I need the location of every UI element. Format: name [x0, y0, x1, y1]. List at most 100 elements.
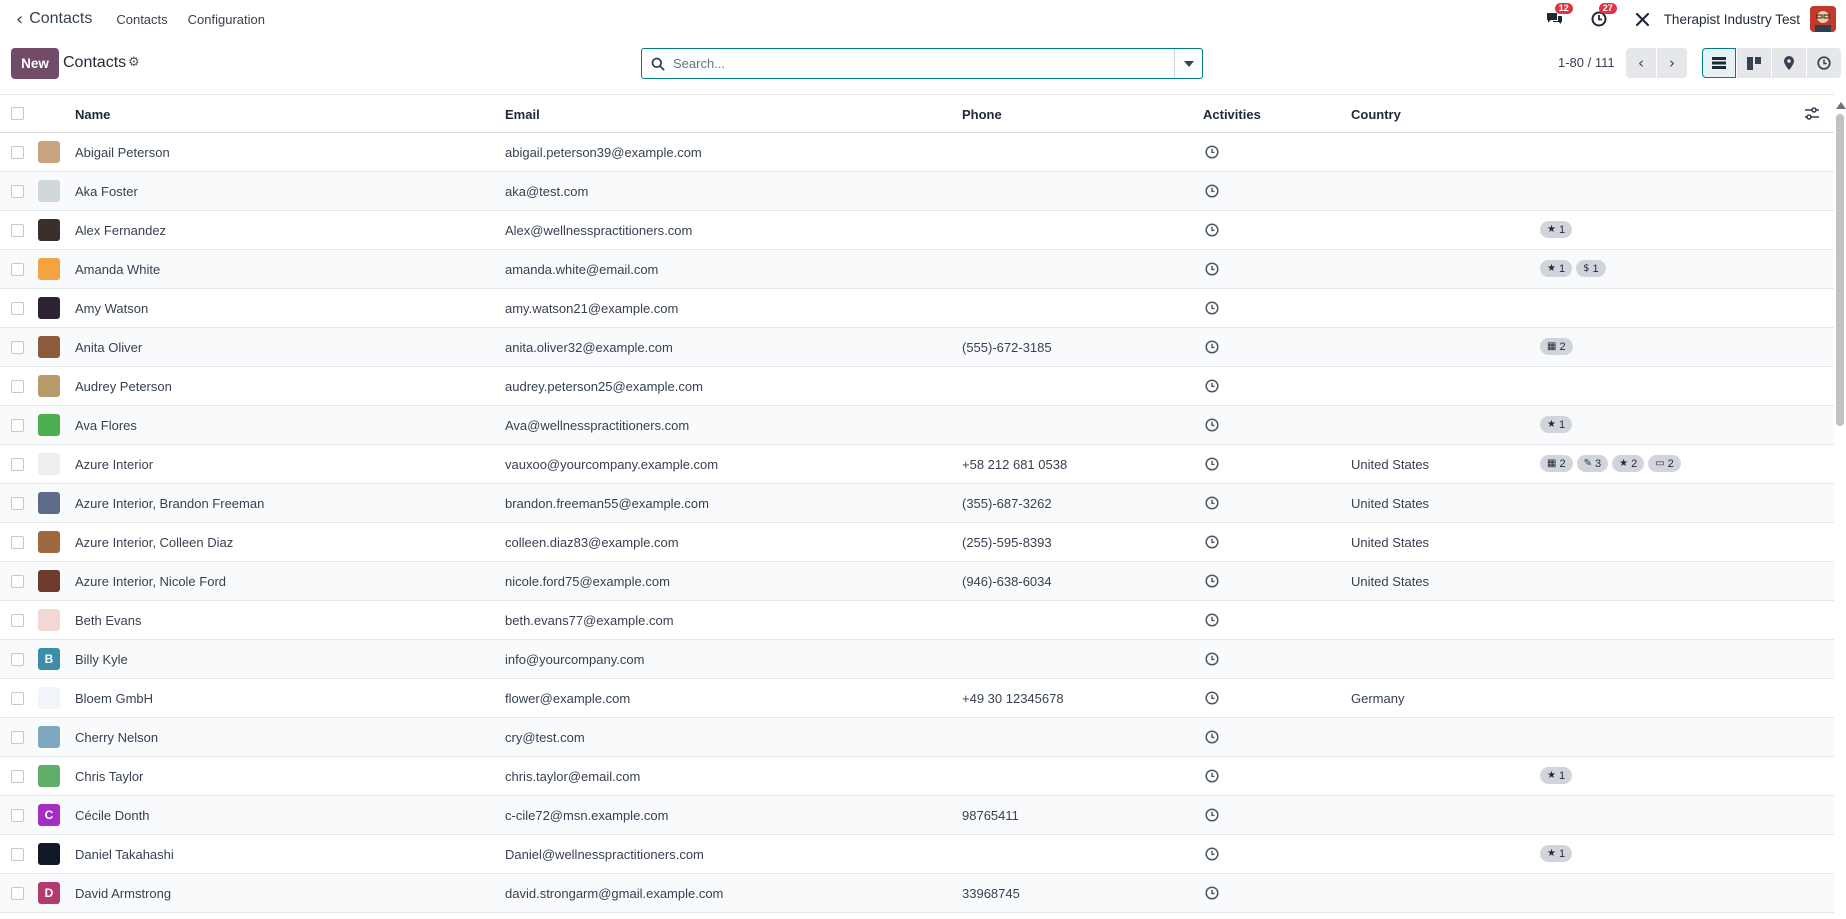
tag-badge[interactable]: ★ 1: [1540, 845, 1573, 862]
row-checkbox[interactable]: [11, 380, 24, 393]
tag-badge[interactable]: ▦ 2: [1540, 338, 1573, 355]
activity-clock-icon[interactable]: [1205, 262, 1219, 276]
row-checkbox[interactable]: [11, 692, 24, 705]
menu-configuration[interactable]: Configuration: [188, 12, 265, 27]
activity-clock-icon[interactable]: [1205, 145, 1219, 159]
activity-clock-icon[interactable]: [1205, 418, 1219, 432]
list-view-button[interactable]: [1702, 48, 1736, 78]
activity-clock-icon[interactable]: [1205, 184, 1219, 198]
column-header-email[interactable]: Email: [505, 107, 540, 122]
activity-clock-icon[interactable]: [1205, 886, 1219, 900]
row-checkbox[interactable]: [11, 809, 24, 822]
activity-clock-icon[interactable]: [1205, 652, 1219, 666]
row-checkbox[interactable]: [11, 341, 24, 354]
tag-badge[interactable]: ★ 1: [1540, 221, 1573, 238]
scroll-up-arrow-icon[interactable]: [1836, 102, 1846, 109]
tag-badge[interactable]: ★ 1: [1540, 416, 1573, 433]
activity-clock-icon[interactable]: [1205, 340, 1219, 354]
table-row[interactable]: Audrey Peterson audrey.peterson25@exampl…: [0, 367, 1834, 406]
activity-clock-icon[interactable]: [1205, 535, 1219, 549]
activity-clock-icon[interactable]: [1205, 730, 1219, 744]
activity-clock-icon[interactable]: [1205, 847, 1219, 861]
tag-badge[interactable]: ★ 1: [1540, 767, 1573, 784]
page-title[interactable]: Contacts: [63, 54, 126, 72]
row-checkbox[interactable]: [11, 848, 24, 861]
optional-columns-toggle-icon[interactable]: [1804, 106, 1820, 122]
tag-badge[interactable]: ▦ 2: [1540, 455, 1573, 472]
table-row[interactable]: Azure Interior, Brandon Freeman brandon.…: [0, 484, 1834, 523]
activity-clock-icon[interactable]: [1205, 223, 1219, 237]
search-input[interactable]: [673, 49, 1174, 78]
activity-clock-icon[interactable]: [1205, 769, 1219, 783]
tag-badge[interactable]: $1: [1576, 260, 1606, 277]
app-home-link[interactable]: ‹ Contacts: [16, 9, 92, 30]
row-checkbox[interactable]: [11, 731, 24, 744]
table-row[interactable]: Amy Watson amy.watson21@example.com: [0, 289, 1834, 328]
tag-badge[interactable]: ▭ 2: [1648, 455, 1681, 472]
scrollbar-thumb[interactable]: [1836, 114, 1844, 426]
row-checkbox[interactable]: [11, 146, 24, 159]
activity-clock-icon[interactable]: [1205, 691, 1219, 705]
table-row[interactable]: Alex Fernandez Alex@wellnesspractitioner…: [0, 211, 1834, 250]
table-row[interactable]: Beth Evans beth.evans77@example.com: [0, 601, 1834, 640]
kanban-view-button[interactable]: [1737, 48, 1771, 78]
row-checkbox[interactable]: [11, 887, 24, 900]
table-row[interactable]: Azure Interior, Colleen Diaz colleen.dia…: [0, 523, 1834, 562]
tag-badge[interactable]: ★ 1: [1540, 260, 1573, 277]
table-row[interactable]: Chris Taylor chris.taylor@email.com ★ 1: [0, 757, 1834, 796]
table-row[interactable]: Daniel Takahashi Daniel@wellnesspractiti…: [0, 835, 1834, 874]
table-row[interactable]: Bloem GmbH flower@example.com +49 30 123…: [0, 679, 1834, 718]
activity-clock-icon[interactable]: [1205, 379, 1219, 393]
table-row[interactable]: Ava Flores Ava@wellnesspractitioners.com…: [0, 406, 1834, 445]
tag-badge[interactable]: ✎ 3: [1576, 455, 1609, 472]
column-header-name[interactable]: Name: [75, 107, 110, 122]
row-checkbox[interactable]: [11, 575, 24, 588]
column-header-activities[interactable]: Activities: [1203, 107, 1261, 122]
user-avatar[interactable]: [1810, 6, 1836, 32]
row-checkbox[interactable]: [11, 419, 24, 432]
row-checkbox[interactable]: [11, 536, 24, 549]
table-row[interactable]: Anita Oliver anita.oliver32@example.com …: [0, 328, 1834, 367]
row-checkbox[interactable]: [11, 458, 24, 471]
activity-clock-icon[interactable]: [1205, 457, 1219, 471]
table-row[interactable]: Amanda White amanda.white@email.com ★ 1 $1: [0, 250, 1834, 289]
row-checkbox[interactable]: [11, 224, 24, 237]
row-checkbox[interactable]: [11, 302, 24, 315]
table-row[interactable]: B Billy Kyle info@yourcompany.com: [0, 640, 1834, 679]
table-row[interactable]: C Cécile Donth c-cile72@msn.example.com …: [0, 796, 1834, 835]
table-row[interactable]: Aka Foster aka@test.com: [0, 172, 1834, 211]
vertical-scrollbar[interactable]: [1834, 100, 1846, 919]
debug-tools-menu[interactable]: [1632, 8, 1654, 30]
map-view-button[interactable]: [1772, 48, 1806, 78]
messaging-menu[interactable]: 12: [1544, 3, 1573, 30]
row-checkbox[interactable]: [11, 653, 24, 666]
table-row[interactable]: D David Armstrong david.strongarm@gmail.…: [0, 874, 1834, 913]
select-all-checkbox[interactable]: [11, 107, 24, 120]
activity-clock-icon[interactable]: [1205, 496, 1219, 510]
activity-clock-icon[interactable]: [1205, 301, 1219, 315]
new-button[interactable]: New: [11, 48, 59, 79]
row-checkbox[interactable]: [11, 614, 24, 627]
menu-contacts[interactable]: Contacts: [116, 12, 167, 27]
gear-icon[interactable]: ⚙: [128, 55, 140, 70]
pager-previous-button[interactable]: ‹: [1626, 48, 1656, 78]
pager-value[interactable]: 1-80 / 111: [1558, 55, 1615, 70]
activity-view-button[interactable]: [1807, 48, 1841, 78]
column-header-country[interactable]: Country: [1351, 107, 1401, 122]
table-row[interactable]: Cherry Nelson cry@test.com: [0, 718, 1834, 757]
row-checkbox[interactable]: [11, 185, 24, 198]
table-row[interactable]: Azure Interior, Nicole Ford nicole.ford7…: [0, 562, 1834, 601]
search-options-toggle[interactable]: [1174, 49, 1202, 78]
activity-clock-icon[interactable]: [1205, 613, 1219, 627]
table-row[interactable]: Azure Interior vauxoo@yourcompany.exampl…: [0, 445, 1834, 484]
row-checkbox[interactable]: [11, 263, 24, 276]
row-checkbox[interactable]: [11, 497, 24, 510]
row-checkbox[interactable]: [11, 770, 24, 783]
activity-clock-icon[interactable]: [1205, 574, 1219, 588]
activity-clock-icon[interactable]: [1205, 808, 1219, 822]
activity-menu[interactable]: 27: [1588, 3, 1617, 30]
pager-next-button[interactable]: ›: [1657, 48, 1687, 78]
table-row[interactable]: Abigail Peterson abigail.peterson39@exam…: [0, 133, 1834, 172]
tag-badge[interactable]: ★ 2: [1612, 455, 1645, 472]
company-switcher[interactable]: Therapist Industry Test: [1664, 12, 1800, 27]
